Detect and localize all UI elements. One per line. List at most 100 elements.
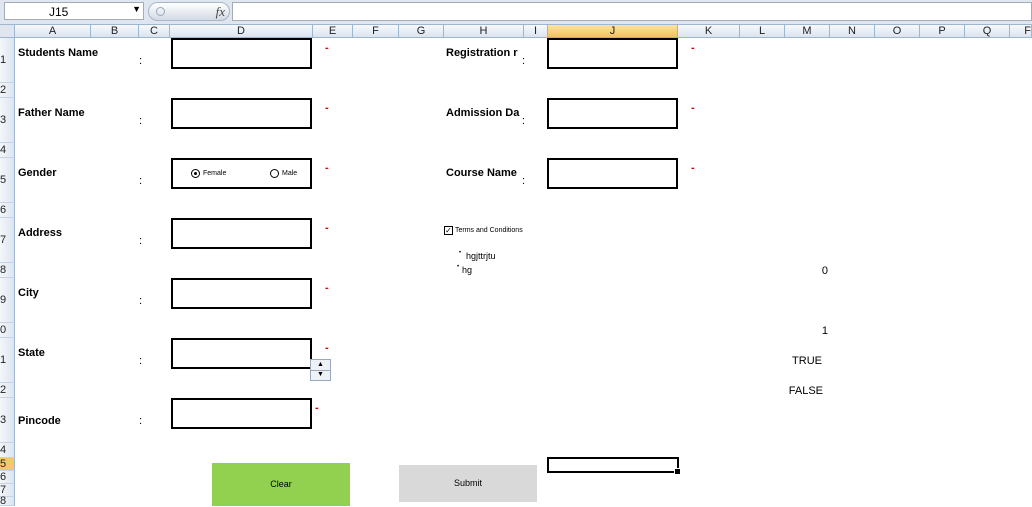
label-pincode: Pincode [18,415,61,427]
colon: : [139,115,143,127]
colon: : [139,175,143,187]
male-label: Male [282,170,298,177]
list-item[interactable]: hg [462,265,472,275]
registration-input[interactable] [547,38,678,69]
label-father-name: Father Name [18,107,85,119]
list-item[interactable]: hgjttrjtu [466,251,496,261]
column-header-e[interactable]: E [313,25,353,38]
label-admission-date: Admission Da [446,107,520,119]
row-header-2[interactable]: 2 [0,83,15,98]
column-header-l[interactable]: L [740,25,785,38]
column-header-b[interactable]: B [91,25,139,38]
row-header-1[interactable]: 1 [0,38,15,83]
row-header-3[interactable]: 3 [0,98,15,143]
bullet-icon: • [459,250,462,256]
cell-m10[interactable]: 1 [785,325,828,337]
required-mark: - [315,402,319,414]
column-header-h[interactable]: H [444,25,524,38]
label-city: City [18,287,39,299]
colon: : [522,115,526,127]
required-mark: - [691,102,695,114]
required-mark: - [691,42,695,54]
pincode-input[interactable] [171,398,312,429]
row-header-13[interactable]: 3 [0,398,15,443]
insert-function-icon[interactable]: fx [216,4,225,20]
formula-controls: fx [148,2,230,21]
gender-radio-group: Female Male [171,158,312,189]
row-header-11[interactable]: 1 [0,338,15,383]
colon: : [139,55,143,67]
row-header-7[interactable]: 7 [0,218,15,263]
column-header-i[interactable]: I [524,25,548,38]
required-mark: - [325,342,329,354]
bullet-icon: • [457,264,460,270]
column-header-p[interactable]: P [920,25,965,38]
column-header-c[interactable]: C [139,25,170,38]
label-address: Address [18,227,63,239]
column-header-g[interactable]: G [399,25,444,38]
row-header-18[interactable]: 8 [0,496,15,507]
label-course-name: Course Name [446,167,517,179]
column-header-j[interactable]: J [548,25,678,38]
row-header-6[interactable]: 6 [0,203,15,218]
students-name-input[interactable] [171,38,312,69]
select-all-corner[interactable] [0,25,15,38]
column-header-a[interactable]: A [15,25,91,38]
row-header-9[interactable]: 9 [0,278,15,323]
colon: : [522,55,526,67]
formula-input[interactable] [232,2,1032,21]
label-registration: Registration r [446,47,518,59]
terms-label: Terms and Conditions [455,227,523,234]
address-input[interactable] [171,218,312,249]
course-name-input[interactable] [547,158,678,189]
radio-dot-icon [194,172,197,175]
clear-button[interactable]: Clear [212,463,350,506]
active-cell[interactable] [547,457,681,475]
required-mark: - [325,282,329,294]
cell-m11[interactable]: TRUE [785,355,822,367]
female-radio[interactable] [191,169,200,178]
column-header-n[interactable]: N [830,25,875,38]
row-header-12[interactable]: 2 [0,383,15,398]
required-mark: - [325,102,329,114]
column-header-f[interactable]: F [353,25,399,38]
column-header-k[interactable]: K [678,25,740,38]
female-label: Female [203,170,227,177]
submit-button[interactable]: Submit [399,465,537,502]
state-spinner[interactable]: ▲ ▼ [310,359,331,381]
spin-down-icon[interactable]: ▼ [311,370,330,380]
name-box[interactable]: J15 ▼ [4,2,144,20]
fill-handle[interactable] [674,468,681,475]
column-header-d[interactable]: D [170,25,313,38]
column-header-q[interactable]: Q [965,25,1010,38]
row-header-8[interactable]: 8 [0,263,15,278]
column-header-o[interactable]: O [875,25,920,38]
cell-m8[interactable]: 0 [785,265,828,277]
row-header-10[interactable]: 0 [0,323,15,338]
required-mark: - [691,162,695,174]
colon: : [139,415,143,427]
checkmark-icon: ✓ [445,226,452,235]
label-students-name: Students Name [18,47,99,59]
required-mark: - [325,222,329,234]
row-header-15[interactable]: 5 [0,458,15,471]
terms-checkbox[interactable]: ✓ [444,226,453,235]
admission-date-input[interactable] [547,98,678,129]
colon: : [139,355,143,367]
male-radio[interactable] [270,169,279,178]
label-gender: Gender [18,167,57,179]
colon: : [139,295,143,307]
column-header-r[interactable]: F [1010,25,1032,38]
row-header-5[interactable]: 5 [0,158,15,203]
column-header-m[interactable]: M [785,25,830,38]
chevron-down-icon[interactable]: ▼ [132,4,141,14]
row-header-16[interactable]: 6 [0,471,15,484]
cell-m12[interactable]: FALSE [785,385,823,397]
row-header-4[interactable]: 4 [0,143,15,158]
city-input[interactable] [171,278,312,309]
grip-icon[interactable] [156,7,165,16]
father-name-input[interactable] [171,98,312,129]
state-input[interactable] [171,338,312,369]
row-header-14[interactable]: 4 [0,443,15,458]
required-mark: - [325,162,329,174]
